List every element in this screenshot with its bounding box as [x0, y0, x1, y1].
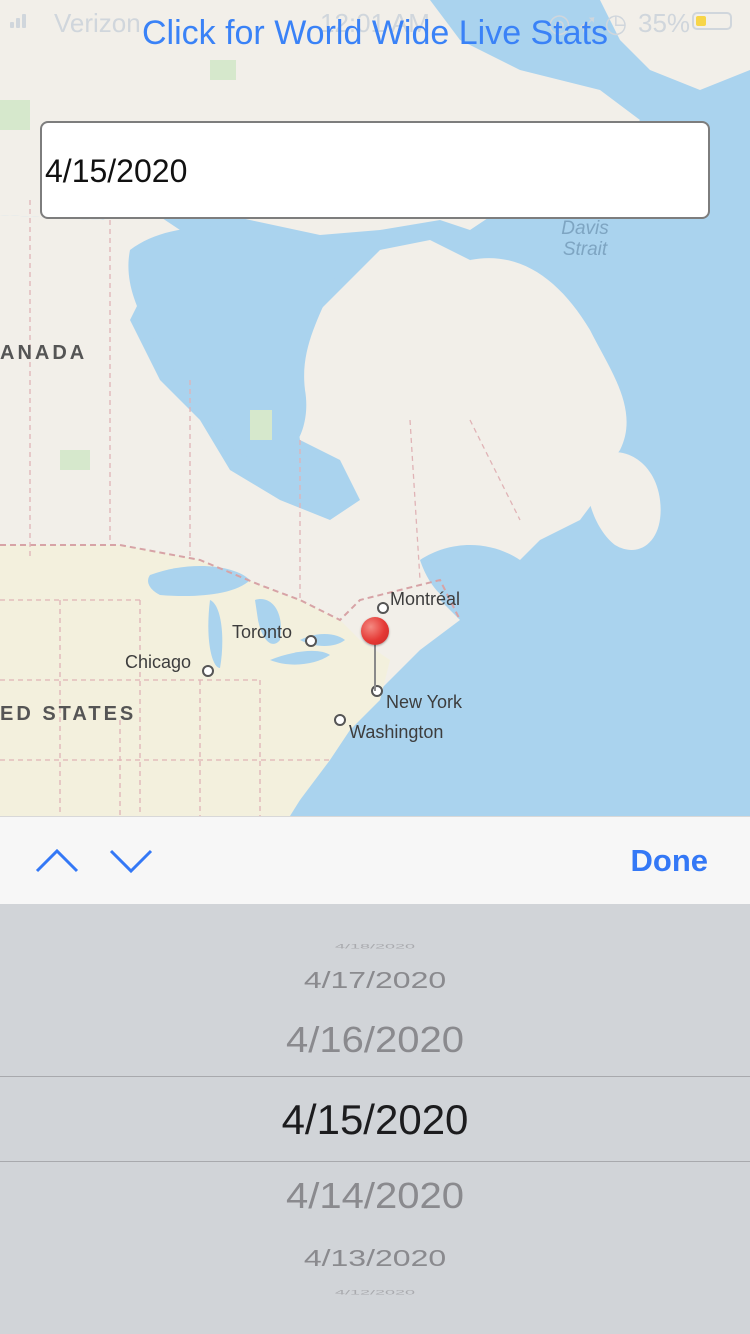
chevron-up-icon[interactable]: [35, 839, 79, 883]
map-pin-stick: [374, 643, 376, 691]
picker-selection-bottom: [0, 1161, 750, 1162]
map-label-montreal: Montréal: [390, 589, 461, 609]
chevron-down-icon[interactable]: [109, 839, 153, 883]
picker-option-selected[interactable]: 4/15/2020: [0, 1096, 750, 1144]
picker-option[interactable]: 4/16/2020: [0, 1020, 750, 1061]
picker-option[interactable]: 4/18/2020: [0, 943, 750, 950]
map-label-washington: Washington: [349, 722, 444, 742]
map-label-new-york: New York: [386, 692, 463, 712]
picker-selection-top: [0, 1076, 750, 1077]
date-input[interactable]: 4/15/2020: [40, 121, 710, 219]
map-label-toronto: Toronto: [232, 622, 293, 642]
picker-option[interactable]: 4/13/2020: [0, 1245, 750, 1272]
map-label-chicago: Chicago: [125, 652, 192, 672]
map-label-canada: ANADA: [0, 342, 88, 364]
keyboard-toolbar: Done: [0, 816, 750, 905]
map-label-united-states: ED STATES: [0, 703, 137, 725]
done-button[interactable]: Done: [631, 843, 709, 879]
world-stats-link[interactable]: Click for World Wide Live Stats: [0, 14, 750, 53]
map-label-davis-strait: Davis Strait: [561, 218, 609, 260]
picker-option[interactable]: 4/14/2020: [0, 1176, 750, 1217]
date-picker-wheel[interactable]: 4/18/2020 4/17/2020 4/16/2020 4/15/2020 …: [0, 904, 750, 1334]
picker-option[interactable]: 4/12/2020: [0, 1289, 750, 1296]
map-pin-icon[interactable]: [361, 617, 389, 645]
picker-option[interactable]: 4/17/2020: [0, 967, 750, 994]
